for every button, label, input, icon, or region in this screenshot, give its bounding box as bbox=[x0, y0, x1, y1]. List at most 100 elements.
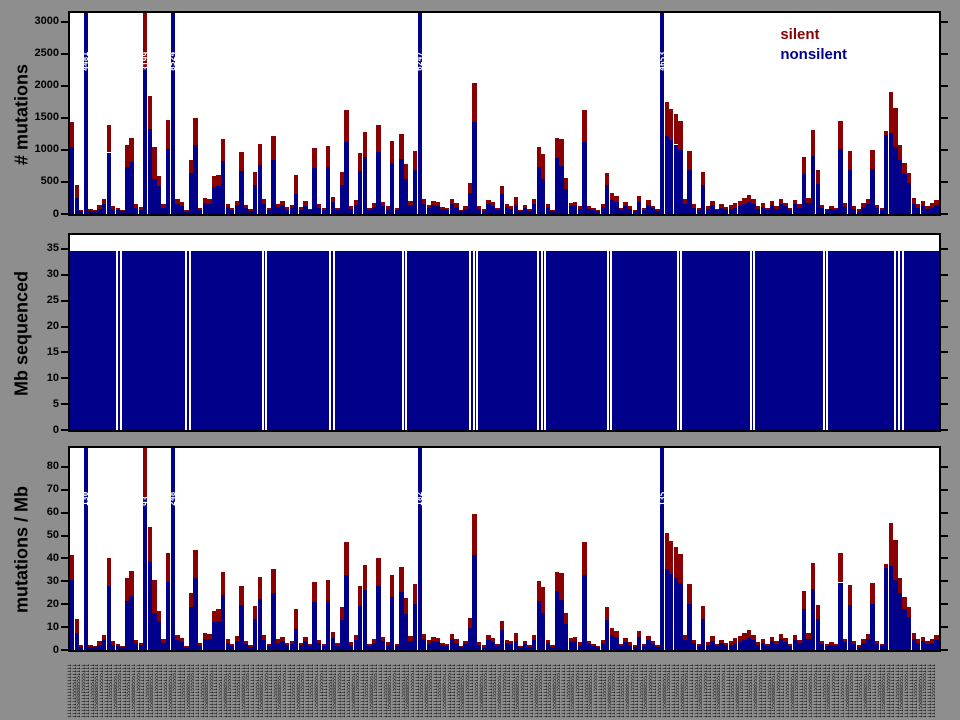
mb-sequenced-panel bbox=[68, 233, 941, 432]
bar-segment bbox=[326, 146, 330, 167]
clipped-bar-value-label: 93 bbox=[141, 460, 150, 506]
sample-x-label: 111111155555111111 bbox=[347, 656, 352, 718]
axis-tick bbox=[61, 377, 68, 379]
bar-segment bbox=[271, 569, 275, 594]
axis-tick bbox=[941, 466, 948, 468]
bar-segment bbox=[312, 582, 316, 603]
bar-segment bbox=[852, 641, 856, 644]
bar-segment bbox=[678, 554, 682, 583]
sample-x-label: 111111111555555111 bbox=[100, 656, 105, 718]
bar-segment bbox=[646, 636, 650, 641]
bar-segment bbox=[180, 638, 184, 642]
sample-x-label: 111111111111111111 bbox=[562, 656, 567, 718]
axis-tick bbox=[941, 326, 948, 328]
bar-segment bbox=[157, 611, 161, 622]
axis-tick bbox=[941, 649, 948, 651]
clipped-bar-value-label: 6247 bbox=[415, 25, 424, 71]
y-tick-label: 3000 bbox=[13, 16, 59, 27]
bar-segment bbox=[870, 583, 874, 603]
clipped-bar-value-label: 135 bbox=[658, 460, 667, 506]
bar-gap-line bbox=[189, 251, 191, 430]
y-tick-label: 10 bbox=[13, 622, 59, 633]
bar-segment bbox=[637, 631, 641, 637]
y-tick-label: 500 bbox=[13, 176, 59, 187]
bar-gap-line bbox=[116, 251, 118, 430]
bar-gap-line bbox=[185, 251, 187, 430]
bar-segment bbox=[363, 590, 367, 650]
bar-gap-line bbox=[610, 251, 612, 430]
sample-x-label: 111111111111111111 bbox=[873, 656, 878, 718]
bar-segment bbox=[390, 597, 394, 650]
axis-tick bbox=[941, 117, 948, 119]
sample-x-label: 111111155555111111 bbox=[841, 656, 846, 718]
bar-segment bbox=[331, 632, 335, 638]
bar-segment bbox=[70, 251, 939, 430]
bar-segment bbox=[838, 121, 842, 149]
bar-segment bbox=[226, 639, 230, 643]
sample-x-label: 111111155555111111 bbox=[603, 656, 608, 718]
sample-x-label: 111111155555111111 bbox=[914, 656, 919, 718]
y-tick-label: 80 bbox=[13, 461, 59, 472]
bar-segment bbox=[472, 555, 476, 650]
bar-segment bbox=[422, 634, 426, 639]
bar-segment bbox=[500, 621, 504, 630]
sample-x-label: 111558888885551111 bbox=[132, 656, 137, 718]
bar-segment bbox=[783, 638, 787, 642]
sample-x-label: 111111111555555111 bbox=[228, 656, 233, 718]
bar-segment bbox=[898, 145, 902, 160]
bar-segment bbox=[363, 565, 367, 591]
axis-tick bbox=[61, 300, 68, 302]
axis-tick bbox=[61, 117, 68, 119]
axis-tick bbox=[61, 603, 68, 605]
axis-tick bbox=[61, 53, 68, 55]
bar-segment bbox=[811, 563, 815, 590]
bar-segment bbox=[294, 609, 298, 629]
bar-segment bbox=[761, 203, 765, 207]
y-tick-label: 30 bbox=[13, 269, 59, 280]
bar-segment bbox=[239, 586, 243, 605]
bar-segment bbox=[381, 202, 385, 206]
bar-segment bbox=[710, 201, 714, 205]
sample-x-label: 111111111111111111 bbox=[635, 656, 640, 718]
axis-tick bbox=[61, 248, 68, 250]
sample-x-label: 111111111111111111 bbox=[196, 656, 201, 718]
bar-gap-line bbox=[607, 251, 609, 430]
sample-x-label: 111558888885551111 bbox=[809, 656, 814, 718]
bar-gap-line bbox=[677, 251, 679, 430]
bar-segment bbox=[651, 206, 655, 209]
bar-segment bbox=[70, 122, 74, 146]
bar-segment bbox=[472, 122, 476, 214]
sample-x-label: 111558888885551111 bbox=[443, 656, 448, 718]
sample-x-label: 111111155555111111 bbox=[786, 656, 791, 718]
bar-segment bbox=[907, 607, 911, 617]
y-axis-title-rate: mutations / Mb bbox=[12, 450, 33, 650]
bar-segment bbox=[363, 157, 367, 214]
axis-tick bbox=[61, 21, 68, 23]
axis-tick bbox=[941, 213, 948, 215]
legend-item-nonsilent: nonsilent bbox=[780, 45, 847, 65]
bar-segment bbox=[614, 631, 618, 637]
bar-segment bbox=[852, 206, 856, 209]
bar-segment bbox=[514, 197, 518, 205]
sample-x-label: 111111155555111111 bbox=[658, 656, 663, 718]
bar-segment bbox=[646, 200, 650, 204]
bar-segment bbox=[701, 606, 705, 619]
axis-tick bbox=[61, 274, 68, 276]
axis-tick bbox=[941, 149, 948, 151]
bar-segment bbox=[770, 637, 774, 641]
bar-segment bbox=[605, 607, 609, 620]
bar-segment bbox=[326, 580, 330, 602]
bar-segment bbox=[472, 83, 476, 123]
bar-gap-line bbox=[541, 251, 543, 430]
axis-tick bbox=[941, 300, 948, 302]
bar-segment bbox=[564, 178, 568, 189]
bar-gap-line bbox=[265, 251, 267, 430]
bar-segment bbox=[148, 96, 152, 129]
bar-segment bbox=[573, 637, 577, 641]
sample-x-label: 111111111555555111 bbox=[283, 656, 288, 718]
mb-plot-area bbox=[70, 235, 939, 430]
bar-segment bbox=[472, 514, 476, 555]
bar-gap-line bbox=[262, 251, 264, 430]
axis-tick bbox=[61, 649, 68, 651]
bar-segment bbox=[193, 145, 197, 214]
